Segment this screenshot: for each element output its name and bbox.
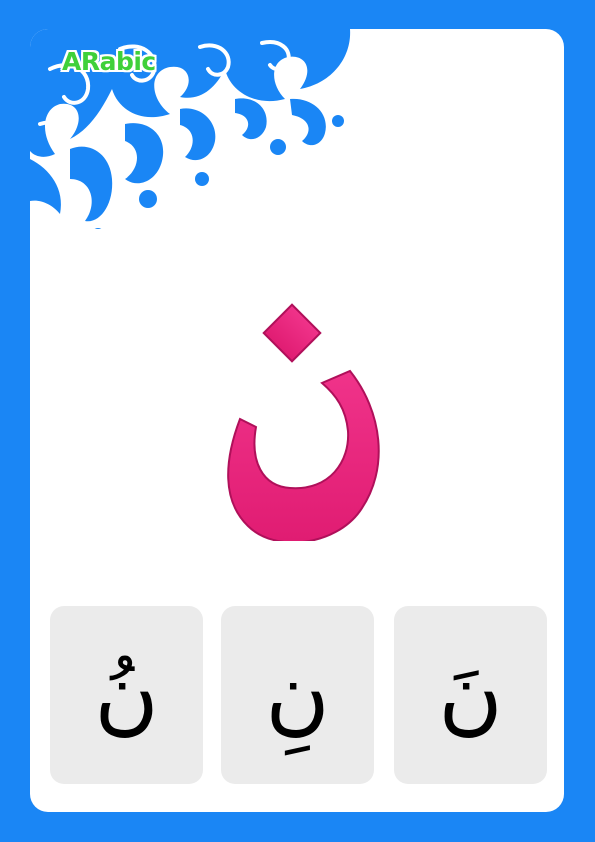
brand-logo: ARabic <box>62 47 156 76</box>
tile-fatha[interactable]: نَ <box>394 606 547 784</box>
tile-kasra[interactable]: نِ <box>221 606 374 784</box>
harakat-tiles: نُ نِ نَ <box>50 606 547 784</box>
noon-kasra-glyph: نِ <box>265 642 330 745</box>
tile-damma[interactable]: نُ <box>50 606 203 784</box>
flashcard: ARabic نُ نِ نَ <box>30 29 564 812</box>
noon-fatha-glyph: نَ <box>438 642 503 745</box>
noon-damma-glyph: نُ <box>94 642 159 745</box>
main-letter-noon <box>227 303 380 541</box>
